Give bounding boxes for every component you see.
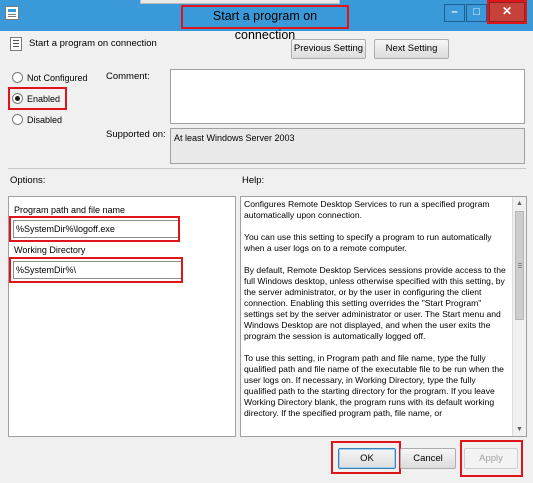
minimize-icon[interactable]: – bbox=[444, 4, 465, 22]
help-paragraph: To use this setting, in Program path and… bbox=[244, 353, 504, 418]
next-setting-button[interactable]: Next Setting bbox=[374, 39, 449, 59]
program-path-input[interactable]: %SystemDir%\logoff.exe bbox=[13, 220, 179, 238]
radio-label: Disabled bbox=[27, 114, 63, 125]
radio-circle[interactable] bbox=[12, 72, 23, 83]
previous-setting-button[interactable]: Previous Setting bbox=[291, 39, 366, 59]
help-paragraph: Configures Remote Desktop Services to ru… bbox=[244, 199, 490, 220]
policy-dialog: Start a program on connection – □ ✕ Star… bbox=[0, 0, 533, 483]
ok-button[interactable]: OK bbox=[338, 448, 396, 469]
radio-circle[interactable] bbox=[12, 114, 23, 125]
help-scrollbar[interactable]: ▲ ▼ bbox=[512, 197, 526, 436]
comment-field[interactable] bbox=[170, 69, 525, 124]
help-paragraph: You can use this setting to specify a pr… bbox=[244, 232, 492, 253]
radio-disabled[interactable]: Disabled bbox=[12, 114, 62, 125]
cancel-button[interactable]: Cancel bbox=[400, 448, 456, 469]
maximize-icon[interactable]: □ bbox=[466, 4, 487, 22]
program-path-label: Program path and file name bbox=[14, 205, 126, 215]
background-window-strip bbox=[140, 0, 340, 4]
working-directory-input[interactable]: %SystemDir%\ bbox=[13, 261, 182, 279]
comment-label: Comment: bbox=[106, 71, 150, 82]
radio-label: Not Configured bbox=[27, 72, 88, 83]
help-text: Configures Remote Desktop Services to ru… bbox=[244, 199, 510, 430]
policy-setting-icon bbox=[10, 37, 22, 51]
radio-not-configured[interactable]: Not Configured bbox=[12, 72, 88, 83]
options-panel: Program path and file name %SystemDir%\l… bbox=[8, 196, 236, 437]
help-panel: Configures Remote Desktop Services to ru… bbox=[240, 196, 527, 437]
supported-on-value: At least Windows Server 2003 bbox=[170, 128, 525, 164]
supported-on-label: Supported on: bbox=[106, 129, 166, 140]
title-bar: Start a program on connection – □ ✕ bbox=[0, 0, 533, 42]
scroll-down-icon[interactable]: ▼ bbox=[513, 423, 526, 436]
help-label: Help: bbox=[242, 175, 265, 186]
apply-button[interactable]: Apply bbox=[464, 448, 518, 469]
working-directory-label: Working Directory bbox=[14, 245, 86, 255]
window-title: Start a program on connection bbox=[181, 5, 349, 42]
divider bbox=[8, 168, 526, 169]
policy-name: Start a program on connection bbox=[29, 38, 157, 49]
close-icon[interactable]: ✕ bbox=[489, 2, 525, 22]
options-label: Options: bbox=[10, 175, 46, 186]
scroll-grip-icon bbox=[518, 263, 522, 268]
enabled-highlight bbox=[8, 87, 67, 110]
policy-window-icon bbox=[5, 6, 19, 20]
scroll-up-icon[interactable]: ▲ bbox=[513, 197, 526, 210]
scroll-thumb[interactable] bbox=[515, 211, 524, 320]
help-paragraph: By default, Remote Desktop Services sess… bbox=[244, 265, 506, 341]
